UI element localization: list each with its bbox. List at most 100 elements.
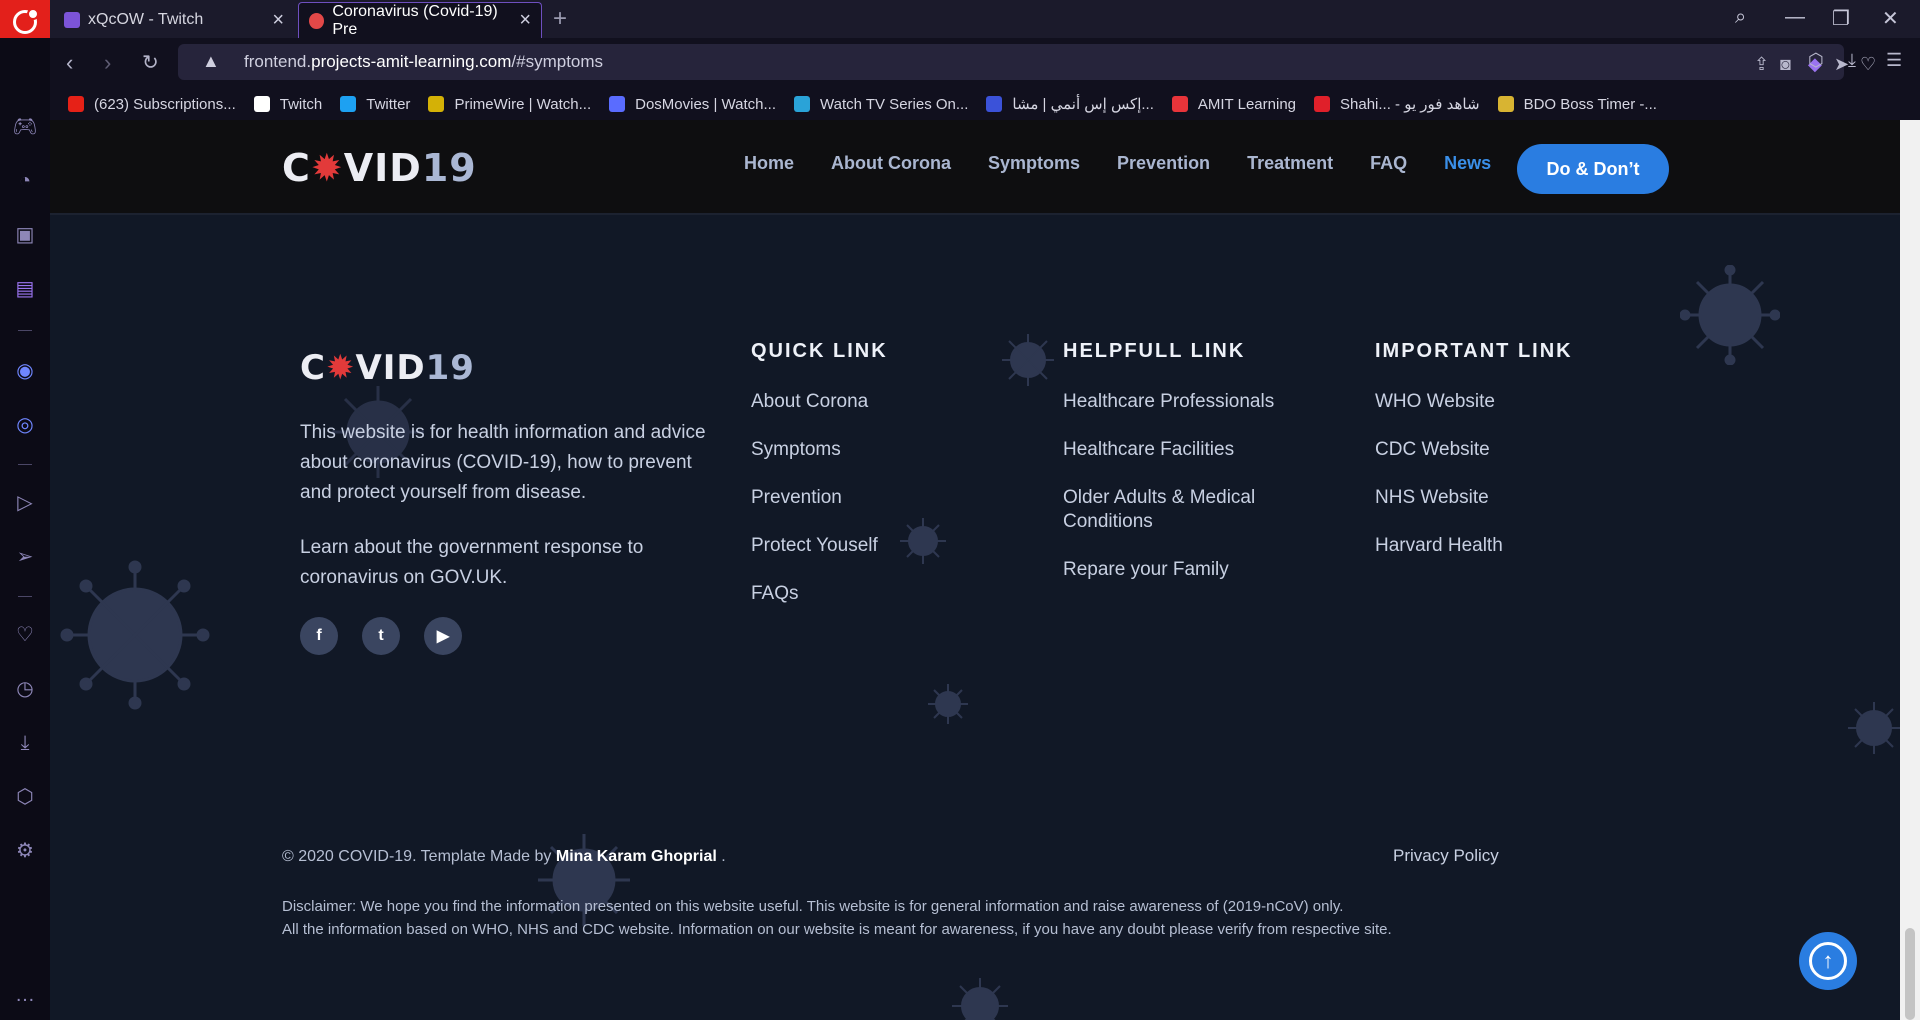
player-icon[interactable]: ▷ bbox=[12, 490, 38, 516]
back-to-top-button[interactable]: ↑ bbox=[1799, 932, 1857, 990]
virus-decoration-icon bbox=[1002, 334, 1054, 386]
logo-letter-c: C bbox=[300, 348, 326, 388]
address-bar: ‹ › ↻ ▲ frontend. projects-amit-learning.… bbox=[50, 38, 1920, 88]
virus-decoration-icon bbox=[60, 560, 210, 710]
bookmark-favicon-icon bbox=[1497, 96, 1514, 112]
nav-home[interactable]: Home bbox=[744, 153, 794, 174]
tab-twitch[interactable]: xQcOW - Twitch × bbox=[54, 2, 294, 38]
footer-link[interactable]: FAQs bbox=[751, 582, 878, 606]
footer-link[interactable]: About Corona bbox=[751, 390, 878, 414]
settings-gear-icon[interactable]: ⚙ bbox=[12, 838, 38, 864]
bookmark-item[interactable]: AMIT Learning bbox=[1171, 95, 1296, 113]
disclaimer-line-1: Disclaimer: We hope you find the informa… bbox=[282, 898, 1344, 915]
bookmark-item[interactable]: Twitter bbox=[340, 96, 410, 113]
site-logo[interactable]: C✹VID19 bbox=[282, 146, 477, 190]
footer-link[interactable]: Healthcare Facilities bbox=[1063, 438, 1303, 462]
nav-symptoms[interactable]: Symptoms bbox=[988, 153, 1080, 174]
game-controller-icon[interactable]: 🎮︎ bbox=[12, 114, 38, 140]
footer-logo[interactable]: C✹VID19 bbox=[300, 348, 475, 388]
flow-send-icon[interactable]: ➢ bbox=[12, 544, 38, 570]
author-name: Mina Karam Ghoprial bbox=[555, 848, 717, 865]
bookmark-item[interactable]: Twitch bbox=[253, 96, 322, 113]
extensions-sidebar-icon[interactable]: ⬡ bbox=[12, 784, 38, 810]
bookmark-item[interactable]: DosMovies | Watch... bbox=[609, 96, 776, 113]
whatsapp-icon[interactable]: ◎ bbox=[12, 412, 38, 438]
downloads-icon[interactable]: ⤓ bbox=[1848, 50, 1856, 71]
history-clock-icon[interactable]: ◷ bbox=[12, 676, 38, 702]
bookmark-item[interactable]: (623) Subscriptions... bbox=[68, 96, 236, 113]
minimize-icon[interactable]: — bbox=[1785, 6, 1805, 29]
facebook-icon[interactable]: f bbox=[300, 617, 338, 655]
logo-text-vid: VID bbox=[343, 146, 422, 190]
copyright-label: © 2020 COVID-19. Template Made by bbox=[282, 848, 556, 865]
url-path: /#symptoms bbox=[511, 52, 604, 71]
privacy-policy-link[interactable]: Privacy Policy bbox=[1393, 846, 1499, 866]
nav-about-corona[interactable]: About Corona bbox=[831, 153, 951, 174]
bookmark-item[interactable]: PrimeWire | Watch... bbox=[428, 96, 591, 113]
speed-dial-icon[interactable]: ◔ bbox=[12, 168, 38, 194]
bookmark-item[interactable]: BDO Boss Timer -... bbox=[1497, 96, 1657, 113]
nav-faq[interactable]: FAQ bbox=[1370, 153, 1407, 174]
page-viewport: C✹VID19 Home About Corona Symptoms Preventi… bbox=[50, 120, 1900, 1020]
footer-link[interactable]: Repare your Family bbox=[1063, 558, 1303, 582]
nav-prevention[interactable]: Prevention bbox=[1117, 153, 1210, 174]
helpful-link-title: HELPFULL LINK bbox=[1063, 340, 1246, 362]
more-dots-icon[interactable]: … bbox=[12, 982, 38, 1008]
nav-news[interactable]: News bbox=[1444, 153, 1491, 174]
sidebar-divider bbox=[18, 596, 32, 597]
footer-link[interactable]: Harvard Health bbox=[1375, 534, 1503, 558]
messenger-icon[interactable]: ◉ bbox=[12, 358, 38, 384]
bookmark-item[interactable]: إكس إس أنمي | مشا... bbox=[986, 95, 1154, 113]
footer-link[interactable]: Protect Youself bbox=[751, 534, 878, 558]
bookmark-label: AMIT Learning bbox=[1197, 95, 1296, 113]
downloads-sidebar-icon[interactable]: ⤓ bbox=[12, 730, 38, 756]
bookmark-favicon-icon bbox=[1314, 96, 1330, 112]
footer-link[interactable]: Healthcare Professionals bbox=[1063, 390, 1303, 414]
bookmark-item[interactable]: Watch TV Series On... bbox=[794, 96, 968, 113]
copyright-text: © 2020 COVID-19. Template Made by Mina K… bbox=[282, 848, 726, 866]
easy-setup-icon[interactable]: ☰ bbox=[1886, 50, 1902, 71]
page-scrollbar[interactable] bbox=[1900, 120, 1920, 1020]
quick-link-title: QUICK LINK bbox=[751, 340, 888, 362]
search-tabs-icon[interactable]: ⌕ bbox=[1735, 6, 1746, 29]
footer-link[interactable]: WHO Website bbox=[1375, 390, 1503, 414]
footer-link[interactable]: Prevention bbox=[751, 486, 878, 510]
bookmarks-heart-icon[interactable]: ♡ bbox=[12, 622, 38, 648]
tab-covid[interactable]: Coronavirus (Covid-19) Pre × bbox=[298, 2, 542, 38]
footer-link[interactable]: NHS Website bbox=[1375, 486, 1503, 510]
snapshot-icon[interactable]: ◙ bbox=[1780, 54, 1791, 75]
bookmark-label: (623) Subscriptions... bbox=[94, 95, 236, 113]
back-icon[interactable]: ‹ bbox=[66, 50, 73, 76]
heart-icon[interactable]: ♡ bbox=[1860, 54, 1876, 75]
bookmark-label: DosMovies | Watch... bbox=[635, 95, 776, 113]
virus-logo-icon: ✹ bbox=[310, 146, 344, 190]
url-domain: projects-amit-learning.com bbox=[311, 52, 512, 71]
send-icon[interactable]: ➤ bbox=[1834, 54, 1849, 75]
logo-text-vid: VID bbox=[355, 348, 426, 388]
not-secure-icon[interactable]: ▲ bbox=[202, 51, 220, 72]
close-tab-icon[interactable]: × bbox=[519, 9, 531, 32]
footer-link[interactable]: Older Adults & Medical Conditions bbox=[1063, 486, 1303, 534]
close-window-icon[interactable]: ✕ bbox=[1882, 6, 1899, 31]
do-dont-button[interactable]: Do & Don’t bbox=[1517, 144, 1669, 194]
url-input[interactable]: ▲ frontend. projects-amit-learning.com/#s… bbox=[178, 44, 1876, 80]
bookmark-favicon-icon bbox=[253, 96, 270, 112]
scrollbar-thumb[interactable] bbox=[1905, 928, 1915, 1020]
bookmark-favicon-icon bbox=[609, 96, 626, 112]
reload-icon[interactable]: ↻ bbox=[142, 50, 159, 75]
close-tab-icon[interactable]: × bbox=[272, 9, 284, 32]
forward-icon[interactable]: › bbox=[104, 50, 111, 76]
share-icon[interactable]: ⇪ bbox=[1754, 54, 1769, 75]
twitter-icon[interactable]: t bbox=[362, 617, 400, 655]
new-tab-icon[interactable]: + bbox=[553, 5, 567, 33]
extensions-cube-icon[interactable]: ⬡ bbox=[1808, 50, 1824, 71]
footer-link[interactable]: Symptoms bbox=[751, 438, 878, 462]
about-paragraph: This website is for health information a… bbox=[300, 422, 706, 503]
nav-treatment[interactable]: Treatment bbox=[1247, 153, 1333, 174]
briefcase-icon[interactable]: ▣ bbox=[12, 222, 38, 248]
footer-link[interactable]: CDC Website bbox=[1375, 438, 1503, 462]
restore-icon[interactable]: ❐ bbox=[1832, 6, 1850, 31]
youtube-icon[interactable]: ▶ bbox=[424, 617, 462, 655]
twitch-icon[interactable]: ▤ bbox=[12, 276, 38, 302]
bookmark-item[interactable]: Shahi... - شاهد فور يو bbox=[1314, 95, 1480, 113]
